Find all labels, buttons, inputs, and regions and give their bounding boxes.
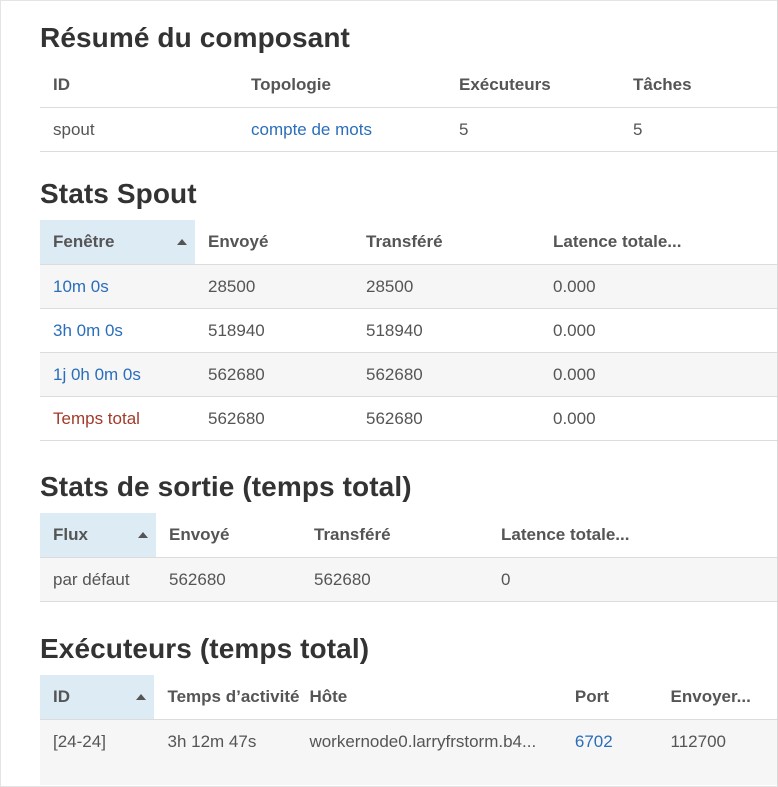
table-row: [24-24] 3h 12m 47s workernode0.larryfrst… [40, 719, 777, 763]
component-summary-title: Résumé du composant [40, 22, 350, 53]
col-sent[interactable]: Envoyé [195, 220, 353, 265]
col-id-label: ID [53, 687, 70, 706]
table-row: 1j 0h 0m 0s 562680 562680 0.000 [40, 352, 777, 397]
cell-transferred: 518940 [353, 308, 540, 353]
col-host[interactable]: Hôte [303, 675, 561, 720]
sort-ascending-icon [136, 694, 147, 700]
table-row: 10m 0s 28500 28500 0.000 [40, 264, 777, 309]
output-stats-title: Stats de sortie (temps total) [40, 471, 412, 502]
table-row: Temps total 562680 562680 0.000 [40, 396, 777, 441]
cell-sent: 112700 [657, 719, 777, 763]
cell-transferred: 562680 [353, 396, 540, 441]
col-id[interactable]: ID [40, 675, 155, 720]
cell-latency: 0.000 [540, 308, 777, 353]
col-id[interactable]: ID [40, 63, 238, 108]
topology-link[interactable]: compte de mots [238, 107, 446, 152]
executors-title: Exécuteurs (temps total) [40, 633, 370, 664]
col-executors[interactable]: Exécuteurs [446, 63, 620, 108]
window-link[interactable]: 3h 0m 0s [40, 308, 195, 353]
window-link[interactable]: 1j 0h 0m 0s [40, 352, 195, 397]
cell-transferred: 562680 [301, 557, 488, 602]
table-row: par défaut 562680 562680 0 [40, 557, 777, 602]
cell-transferred: 28500 [353, 264, 540, 309]
col-tasks[interactable]: Tâches [620, 63, 777, 108]
sort-ascending-icon [177, 239, 187, 245]
table-row: 3h 0m 0s 518940 518940 0.000 [40, 308, 777, 353]
cell-executors: 5 [446, 107, 620, 152]
cell-uptime: 3h 12m 47s [154, 719, 304, 763]
table-row: spout compte de mots 5 5 [40, 107, 777, 152]
cell-id: spout [40, 107, 238, 152]
col-uptime[interactable]: Temps d’activité [154, 675, 303, 720]
table-header-row: ID Temps d’activité Hôte Port Envoyer... [40, 675, 777, 720]
cell-sent: 562680 [195, 396, 353, 441]
cell-latency: 0 [488, 557, 777, 602]
table-row-continuation [40, 763, 777, 785]
table-header-row: Flux Envoyé Transféré Latence totale... [40, 513, 777, 558]
table-header-row: Fenêtre Envoyé Transféré Latence totale.… [40, 220, 777, 265]
spout-stats-title: Stats Spout [40, 178, 197, 209]
port-link[interactable]: 6702 [561, 719, 658, 763]
output-stats-table: Flux Envoyé Transféré Latence totale... … [40, 513, 777, 602]
window-link[interactable]: 10m 0s [40, 264, 195, 309]
window-link-total[interactable]: Temps total [40, 396, 195, 441]
col-sent[interactable]: Envoyé [156, 513, 301, 558]
col-transferred[interactable]: Transféré [353, 220, 540, 265]
col-latency[interactable]: Latence totale... [488, 513, 777, 558]
cell-latency: 0.000 [540, 264, 777, 309]
cell-id: [24-24] [40, 719, 155, 763]
cell-sent: 562680 [195, 352, 353, 397]
sort-ascending-icon [138, 532, 148, 538]
cell-sent: 562680 [156, 557, 301, 602]
cell-host: workernode0.larryfrstorm.b4... [303, 719, 562, 763]
cell-latency: 0.000 [540, 396, 777, 441]
col-topology[interactable]: Topologie [238, 63, 446, 108]
col-latency[interactable]: Latence totale... [540, 220, 777, 265]
col-stream[interactable]: Flux [40, 513, 156, 558]
cell-stream: par défaut [40, 557, 156, 602]
component-summary-table: ID Topologie Exécuteurs Tâches spout com… [40, 63, 777, 152]
col-stream-label: Flux [53, 525, 88, 544]
cell-sent: 28500 [195, 264, 353, 309]
cell-tasks: 5 [620, 107, 777, 152]
col-sent[interactable]: Envoyer... [658, 675, 777, 720]
cell-latency: 0.000 [540, 352, 777, 397]
col-transferred[interactable]: Transféré [301, 513, 488, 558]
col-window[interactable]: Fenêtre [40, 220, 195, 265]
col-port[interactable]: Port [562, 675, 658, 720]
table-header-row: ID Topologie Exécuteurs Tâches [40, 63, 777, 108]
cell-sent: 518940 [195, 308, 353, 353]
executors-table: ID Temps d’activité Hôte Port Envoyer...… [40, 675, 777, 763]
spout-stats-table: Fenêtre Envoyé Transféré Latence totale.… [40, 220, 777, 441]
col-window-label: Fenêtre [53, 232, 115, 251]
cell-transferred: 562680 [353, 352, 540, 397]
